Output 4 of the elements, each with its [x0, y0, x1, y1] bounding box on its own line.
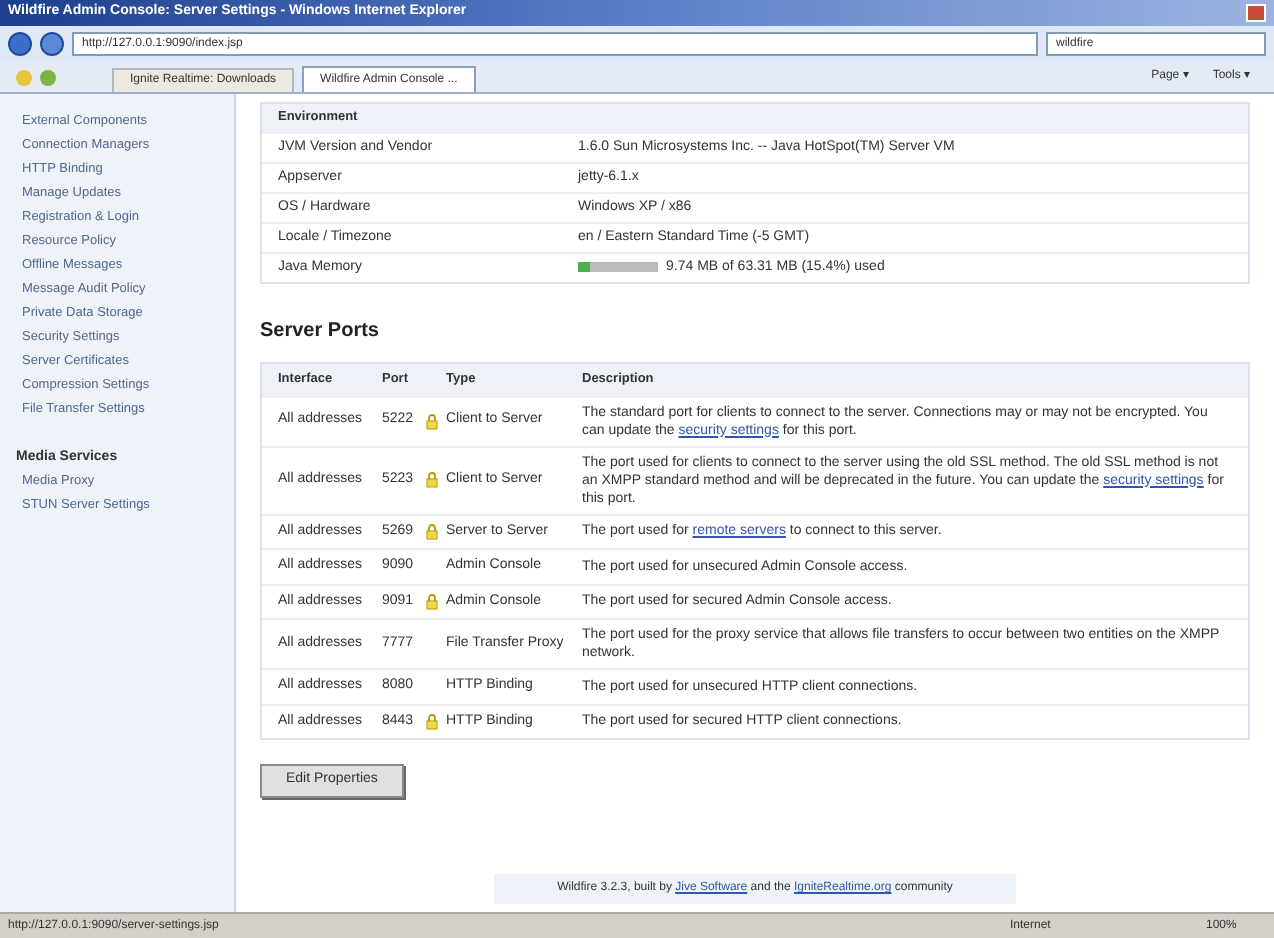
close-button[interactable] [1246, 4, 1266, 22]
forward-button[interactable] [40, 32, 64, 56]
back-button[interactable] [8, 32, 32, 56]
section-title: Server Ports [260, 317, 381, 346]
